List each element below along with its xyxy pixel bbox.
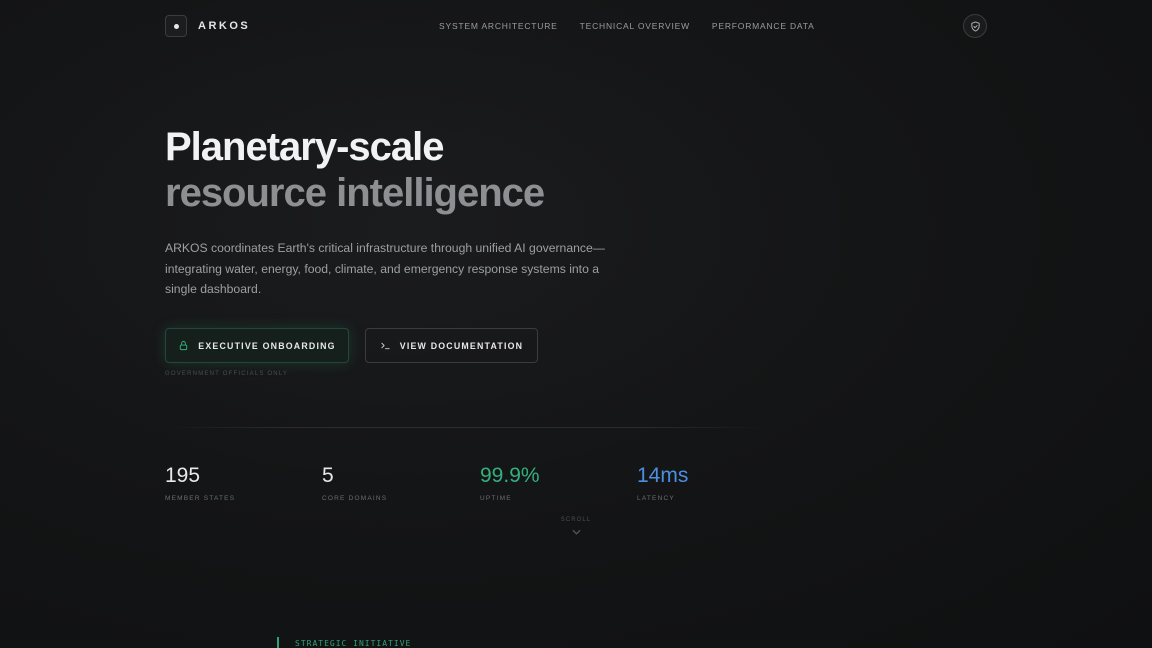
page-background [0,0,1152,648]
hero-description: ARKOS coordinates Earth's critical infra… [165,241,605,296]
executive-onboarding-label: EXECUTIVE ONBOARDING [198,340,336,351]
shield-check-icon [970,20,980,32]
scroll-label: SCROLL [560,517,592,523]
stat-member-states: 195 MEMBER STATES [165,463,235,502]
stat-value: 99.9% [480,464,540,487]
stat-core-domains: 5 CORE DOMAINS [322,463,387,502]
nav-link-performance-data[interactable]: PERFORMANCE DATA [712,21,815,31]
nav-links: SYSTEM ARCHITECTURE TECHNICAL OVERVIEW P… [439,21,815,31]
executive-onboarding-button[interactable]: EXECUTIVE ONBOARDING [165,328,349,363]
hero-title: Planetary-scale [165,125,445,169]
chevron-down-icon [571,529,581,535]
nav-link-technical-overview[interactable]: TECHNICAL OVERVIEW [580,21,690,31]
view-documentation-button[interactable]: VIEW DOCUMENTATION [365,328,538,363]
section-label: STRATEGIC INITIATIVE [295,639,412,648]
hero-subtitle: resource intelligence [165,171,545,215]
logo-icon[interactable] [165,15,187,37]
scroll-indicator[interactable]: SCROLL [560,517,592,535]
stat-label: CORE DOMAINS [322,495,388,502]
stat-label: UPTIME [480,495,512,502]
access-note: GOVERNMENT OFFICIALS ONLY [165,371,289,377]
view-documentation-label: VIEW DOCUMENTATION [399,340,524,351]
stat-value: 14ms [637,464,689,487]
stat-uptime: 99.9% UPTIME [480,463,540,502]
stat-value: 195 [165,464,201,487]
stat-label: LATENCY [637,495,675,502]
security-button[interactable] [963,14,987,38]
section-accent-bar [277,637,279,648]
brand-name[interactable]: ARKOS [198,20,250,32]
stat-value: 5 [322,464,334,487]
stat-label: MEMBER STATES [165,495,236,502]
lock-icon [180,340,188,351]
terminal-icon [381,342,390,350]
section-divider [165,427,765,428]
nav-link-system-architecture[interactable]: SYSTEM ARCHITECTURE [439,21,558,31]
top-nav: ARKOS SYSTEM ARCHITECTURE TECHNICAL OVER… [0,0,1152,52]
stat-latency: 14ms LATENCY [637,463,688,502]
